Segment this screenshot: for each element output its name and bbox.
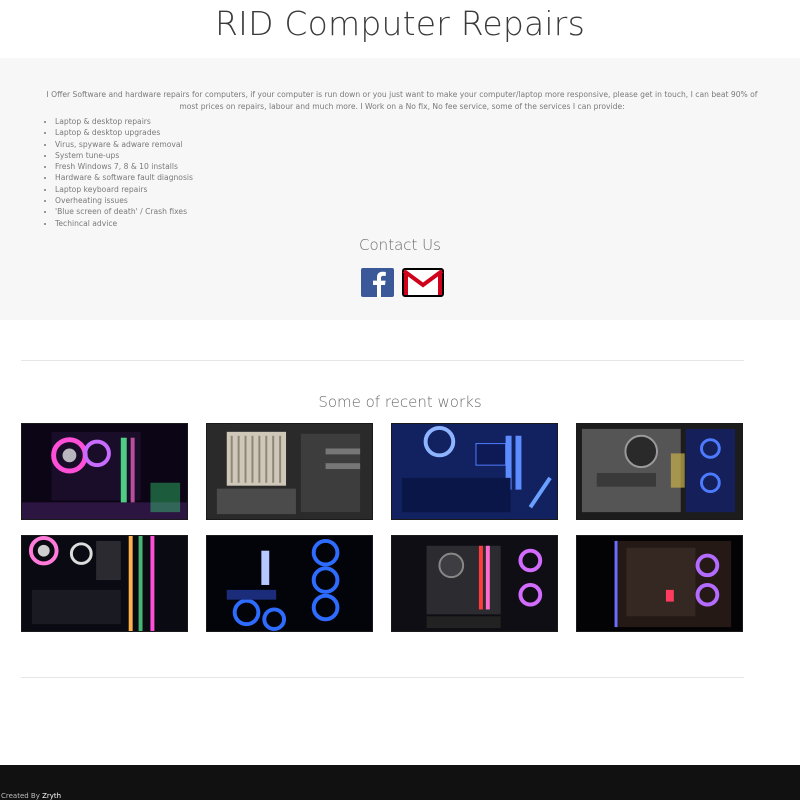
section-divider (21, 360, 744, 361)
service-item: Laptop & desktop repairs (55, 116, 193, 127)
intro-text: I Offer Software and hardware repairs fo… (46, 90, 758, 111)
work-image-3[interactable] (391, 423, 558, 520)
service-item: System tune-ups (55, 150, 193, 161)
footer-prefix: Created By (1, 792, 43, 800)
services-list: Laptop & desktop repairs Laptop & deskto… (55, 116, 193, 229)
footer: Created By Zryth (0, 765, 800, 800)
work-image-1[interactable] (21, 423, 188, 520)
section-divider (21, 677, 744, 678)
service-item: Laptop keyboard repairs (55, 184, 193, 195)
service-item: Fresh Windows 7, 8 & 10 installs (55, 161, 193, 172)
work-image-5[interactable] (21, 535, 188, 632)
site-title: RID Computer Repairs (215, 4, 585, 43)
work-image-8[interactable] (576, 535, 743, 632)
works-heading: Some of recent works (318, 393, 482, 411)
facebook-icon (361, 268, 394, 297)
service-item: 'Blue screen of death' / Crash fixes (55, 206, 193, 217)
work-image-2[interactable] (206, 423, 373, 520)
service-item: Virus, spyware & adware removal (55, 139, 193, 150)
service-item: Hardware & software fault diagnosis (55, 172, 193, 183)
facebook-link[interactable] (361, 268, 394, 297)
about-section: I Offer Software and hardware repairs fo… (0, 58, 800, 320)
work-image-7[interactable] (391, 535, 558, 632)
gmail-link[interactable] (402, 268, 444, 297)
footer-credit: Created By Zryth (1, 792, 61, 800)
contact-heading: Contact Us (359, 236, 441, 254)
author-link[interactable]: Zryth (42, 792, 61, 800)
work-image-6[interactable] (206, 535, 373, 632)
service-item: Techincal advice (55, 218, 193, 229)
service-item: Laptop & desktop upgrades (55, 127, 193, 138)
service-item: Overheating issues (55, 195, 193, 206)
gmail-icon (402, 268, 444, 297)
work-image-4[interactable] (576, 423, 743, 520)
